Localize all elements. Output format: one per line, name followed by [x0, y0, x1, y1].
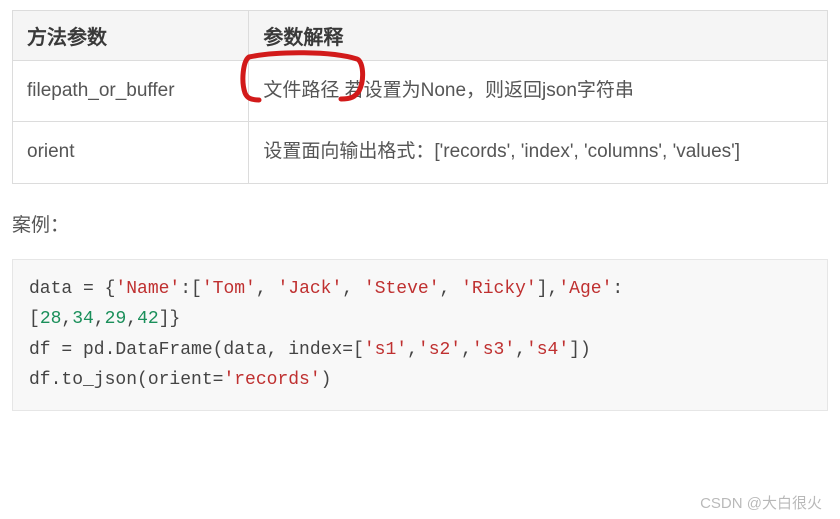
table-row: orient 设置面向输出格式：['records', 'index', 'co…	[13, 122, 828, 183]
param-cell: orient	[13, 122, 249, 183]
desc-cell: 文件路径 若设置为None，则返回json字符串	[249, 61, 828, 122]
table-row: filepath_or_buffer 文件路径 若设置为None，则返回json…	[13, 61, 828, 122]
desc-highlight: 文件路径	[263, 80, 339, 101]
param-table: 方法参数 参数解释 filepath_or_buffer 文件路径 若设置为No…	[12, 10, 828, 184]
param-cell: filepath_or_buffer	[13, 61, 249, 122]
desc-cell: 设置面向输出格式：['records', 'index', 'columns',…	[249, 122, 828, 183]
desc-rest: 若设置为None，则返回json字符串	[339, 80, 634, 101]
table-header-param: 方法参数	[13, 11, 249, 61]
table-header-desc: 参数解释	[249, 11, 828, 61]
code-block: data = {'Name':['Tom', 'Jack', 'Steve', …	[12, 259, 828, 411]
watermark: CSDN @大白很火	[700, 492, 822, 513]
example-label: 案例：	[12, 210, 828, 237]
